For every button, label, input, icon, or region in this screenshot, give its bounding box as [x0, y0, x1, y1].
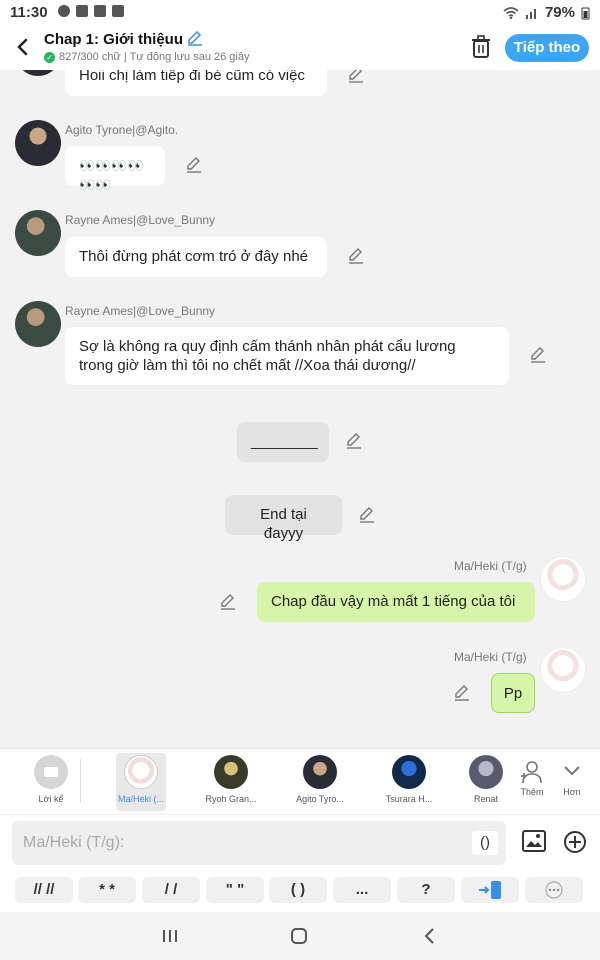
sender-name: Rayne Ames|@Love_Bunny	[65, 213, 216, 227]
avatar[interactable]	[15, 301, 61, 347]
character-avatar	[469, 755, 503, 789]
add-character-button[interactable]: Thêm	[510, 755, 554, 811]
editor-header: Chap 1: Giới thiệuu ✓ 827/300 chữ | Tự đ…	[0, 26, 600, 70]
more-label: Hơn	[563, 787, 581, 797]
gallery-icon	[112, 5, 124, 17]
sender-name: Ma/Heki (T/g)	[454, 650, 527, 664]
edit-pencil-icon[interactable]	[529, 346, 547, 364]
wifi-icon	[503, 6, 519, 19]
battery-level: 79%	[544, 4, 575, 21]
edit-pencil-icon[interactable]	[358, 506, 376, 524]
character-avatar	[392, 755, 426, 789]
parenthesis-button[interactable]: ()	[472, 831, 498, 855]
sender-name: Agito Tyrone|@Agito.	[65, 123, 179, 137]
quick-symbol-bar: // // * * / / " " ( ) ... ?	[0, 872, 600, 912]
sender-name: Rayne Ames|@Love_Bunny	[65, 304, 216, 318]
character-name: Lời kể	[38, 794, 64, 804]
avatar[interactable]	[15, 210, 61, 256]
character-narration[interactable]: Lời kể	[18, 753, 84, 811]
back-nav-icon[interactable]	[418, 926, 442, 946]
symbol-button[interactable]: ...	[333, 877, 391, 903]
character-renat[interactable]: Renat	[466, 753, 506, 811]
home-icon[interactable]	[287, 926, 311, 946]
chat-area[interactable]: Hoii chị làm tiếp đi bé cũm có việc Agit…	[0, 70, 600, 748]
character-ryoh[interactable]: Ryoh Gran...	[198, 753, 264, 811]
character-agito[interactable]: Agito Tyro...	[287, 753, 353, 811]
message-bubble[interactable]: Sợ là không ra quy định cấm thánh nhân p…	[65, 327, 509, 385]
pinterest-icon	[58, 5, 70, 17]
chevron-down-icon	[550, 755, 594, 787]
character-name: Renat	[473, 794, 499, 804]
avatar[interactable]	[540, 647, 586, 693]
message-bubble[interactable]: 👀👀👀👀👀👀	[65, 146, 165, 192]
edit-pencil-icon[interactable]	[345, 432, 363, 450]
symbol-button[interactable]: ( )	[269, 877, 327, 903]
narration-bubble[interactable]: End tại đayyy	[225, 495, 342, 542]
divider	[80, 759, 81, 803]
system-nav-bar	[0, 912, 600, 960]
message-bubble[interactable]: Thôi đừng phát cơm tró ở đây nhé	[65, 237, 327, 277]
character-name: Tsurara H...	[385, 794, 433, 804]
avatar[interactable]	[15, 120, 61, 166]
image-icon[interactable]	[522, 830, 546, 852]
character-tsurara[interactable]: Tsurara H...	[376, 753, 442, 811]
message-bubble[interactable]: Pp	[491, 673, 535, 713]
edit-pencil-icon[interactable]	[453, 684, 471, 702]
sender-name: Ma/Heki (T/g)	[454, 559, 527, 573]
character-name: Ma/Heki (...	[117, 794, 164, 804]
compose-row: Ma/Heki (T/g): ()	[0, 814, 600, 872]
character-maheki[interactable]: Ma/Heki (...	[116, 753, 166, 811]
notification-icons	[58, 5, 124, 17]
trash-icon[interactable]	[470, 35, 492, 59]
status-bar: 11:30 79%	[0, 0, 600, 26]
edit-pencil-icon[interactable]	[347, 247, 365, 265]
chapter-title-text: Chap 1: Giới thiệuu	[44, 31, 183, 48]
character-name: Agito Tyro...	[296, 794, 344, 804]
edit-pencil-icon[interactable]	[347, 70, 365, 84]
character-name: Ryoh Gran...	[205, 794, 257, 804]
message-line: trong giờ làm thì tôi no chết mất //Xoa …	[79, 357, 416, 374]
avatar[interactable]	[540, 556, 586, 602]
avatar[interactable]	[15, 70, 61, 76]
add-character-label: Thêm	[520, 787, 544, 797]
symbol-button[interactable]: // //	[15, 877, 73, 903]
symbol-button[interactable]: " "	[206, 877, 264, 903]
character-bar: Lời kể Ma/Heki (... Ryoh Gran... Agito T…	[0, 748, 600, 814]
back-arrow-icon[interactable]	[12, 34, 34, 60]
message-input[interactable]: Ma/Heki (T/g): ()	[12, 821, 506, 865]
message-bubble[interactable]: Chap đầu vậy mà mất 1 tiếng của tôi	[257, 582, 535, 622]
chapter-title[interactable]: Chap 1: Giới thiệuu	[44, 30, 204, 48]
character-avatar	[214, 755, 248, 789]
edit-title-icon[interactable]	[186, 30, 204, 46]
more-symbols-button[interactable]	[525, 877, 583, 903]
character-avatar	[303, 755, 337, 789]
more-button[interactable]: Hơn	[550, 755, 594, 811]
message-bubble[interactable]: Hoii chị làm tiếp đi bé cũm có việc	[65, 70, 327, 96]
signal-icon	[525, 8, 536, 19]
plus-circle-icon[interactable]	[563, 830, 587, 854]
input-placeholder: Ma/Heki (T/g):	[23, 834, 125, 851]
app-notification-icon	[94, 5, 106, 17]
next-button[interactable]: Tiếp theo	[505, 34, 589, 62]
symbol-button[interactable]: ?	[397, 877, 455, 903]
recent-apps-icon[interactable]	[158, 926, 182, 946]
character-avatar	[124, 755, 158, 789]
narration-bubble[interactable]: ________	[237, 422, 329, 462]
symbol-button[interactable]: / /	[142, 877, 200, 903]
status-time: 11:30	[10, 4, 48, 21]
word-count-status: 827/300 chữ | Tự động lưu sau 26 giây	[59, 51, 250, 63]
message-line: Sợ là không ra quy định cấm thánh nhân p…	[79, 338, 456, 355]
autosave-info: ✓ 827/300 chữ | Tự động lưu sau 26 giây	[44, 51, 249, 63]
device-switch-button[interactable]	[461, 877, 519, 903]
narration-icon	[34, 755, 68, 789]
edit-pencil-icon[interactable]	[185, 156, 203, 174]
edit-pencil-icon[interactable]	[219, 593, 237, 611]
check-icon: ✓	[44, 51, 55, 63]
symbol-button[interactable]: * *	[78, 877, 136, 903]
battery-icon	[581, 7, 590, 19]
add-person-icon	[510, 755, 554, 787]
folder-icon	[76, 5, 88, 17]
